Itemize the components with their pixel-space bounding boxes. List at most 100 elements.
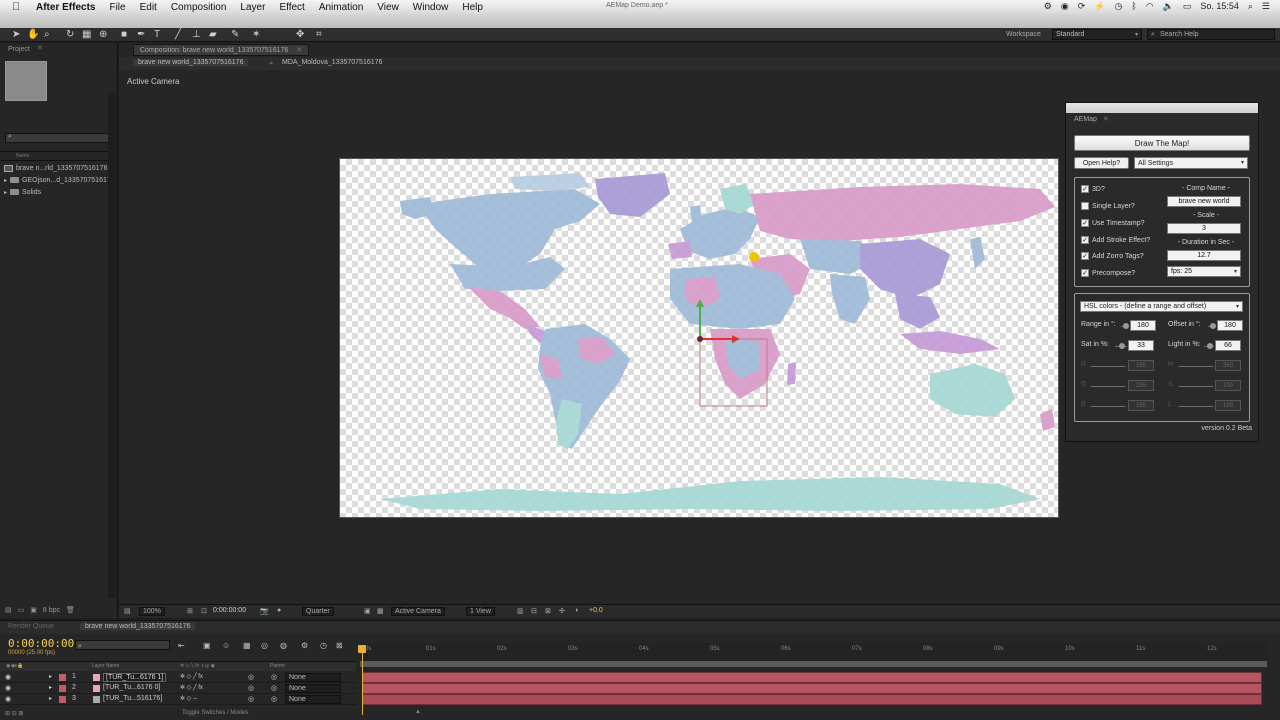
camera-view-select[interactable]: Active Camera [391, 607, 445, 616]
menu-composition[interactable]: Composition [171, 2, 227, 13]
notification-list-icon[interactable]: ☰ [1262, 1, 1270, 12]
trash-icon[interactable]: 🗑 [66, 606, 75, 614]
pan-behind-tool-icon[interactable]: ⊕ [99, 29, 107, 40]
menu-edit[interactable]: Edit [140, 2, 157, 13]
menu-clock[interactable]: So. 15:54 [1200, 1, 1239, 12]
light-slider[interactable] [1204, 343, 1214, 349]
checkbox-add-zorro[interactable]: ✓ [1081, 252, 1089, 260]
close-icon[interactable]: ✕ [1103, 116, 1109, 123]
brush-tool-icon[interactable]: ╱ [175, 29, 181, 40]
layer-switches-icon[interactable]: ✲ ◇ ╱ fx [180, 684, 203, 691]
exposure-value[interactable]: +0.0 [589, 607, 603, 614]
type-tool-icon[interactable]: T [154, 29, 160, 40]
light-slider-knob[interactable] [1207, 343, 1213, 349]
layer-3d-icon[interactable]: ◎ [248, 673, 254, 681]
duration-input[interactable]: 12.7 [1167, 250, 1241, 261]
layer-name[interactable]: [TUR_Tu...516176] [103, 695, 162, 702]
record-tray-icon[interactable]: ◉ [1061, 1, 1069, 12]
range-slider-knob[interactable] [1123, 323, 1129, 329]
visibility-eye-icon[interactable]: ◉ [5, 695, 11, 703]
fps-select[interactable]: fps: 25 ▾ [1167, 266, 1241, 277]
layer-duration-bar[interactable] [362, 683, 1262, 694]
battery-tray-icon[interactable]: ▭ [1183, 1, 1192, 12]
disclosure-triangle-icon[interactable]: ▸ [49, 695, 52, 702]
new-folder-icon[interactable]: ▭ [18, 606, 25, 614]
pen-tool-icon[interactable]: ✒ [137, 29, 145, 40]
bolt-tray-icon[interactable]: ⚡ [1094, 1, 1105, 12]
hide-shy-layers-icon[interactable]: ☺ [222, 641, 230, 650]
label-color-swatch[interactable] [59, 685, 66, 692]
axis-mode-icon[interactable]: ✥ [296, 29, 304, 40]
option-3d[interactable]: ✓ 3D? [1081, 184, 1105, 194]
option-precompose[interactable]: ✓ Precompose? [1081, 268, 1135, 278]
show-channel-icon[interactable]: ● [277, 607, 281, 614]
option-add-zorro[interactable]: ✓ Add Zorro Tags? [1081, 251, 1144, 261]
mask-toggle-icon[interactable]: ⊡ [201, 607, 207, 615]
checkbox-use-timestamp[interactable]: ✓ [1081, 219, 1089, 227]
parent-pickwhip-icon[interactable]: ◎ [271, 695, 277, 703]
label-color-swatch[interactable] [59, 696, 66, 703]
volume-tray-icon[interactable]: 🔈 [1163, 1, 1174, 12]
bit-depth-label[interactable]: 8 bpc [43, 607, 60, 614]
parent-pickwhip-icon[interactable]: ◎ [271, 673, 277, 681]
reset-exposure-icon[interactable]: ◑ [574, 607, 578, 614]
layer-switches-icon[interactable]: ✲ ◇ ─ [180, 695, 197, 702]
project-column-header[interactable]: Name [0, 151, 117, 161]
tab-comp-timeline[interactable]: brave new world_1335707516176 [80, 623, 196, 630]
color-mode-select[interactable]: HSL colors - (define a range and offset)… [1080, 301, 1243, 312]
clone-stamp-tool-icon[interactable]: ⊥ [192, 29, 201, 40]
work-area-bar[interactable] [360, 661, 1267, 667]
graph-toggle-icon[interactable]: ⊠ [336, 641, 343, 650]
current-time-display[interactable]: 0:00:00:00 [213, 607, 246, 614]
parent-header[interactable]: Parent [270, 663, 285, 669]
region-of-interest-icon[interactable]: ▣ [364, 607, 371, 615]
menu-window[interactable]: Window [413, 2, 449, 13]
project-scrollbar[interactable] [108, 93, 116, 598]
composition-canvas[interactable] [339, 158, 1059, 518]
menu-app-name[interactable]: After Effects [36, 2, 95, 13]
close-icon[interactable]: ✕ [37, 44, 43, 52]
snapshot-icon[interactable]: 📷 [260, 607, 269, 615]
option-use-timestamp[interactable]: ✓ Use Timestamp? [1081, 218, 1145, 228]
new-comp-icon[interactable]: ▣ [30, 606, 37, 614]
project-search-input[interactable]: ⌕ [5, 133, 112, 143]
brainstorm-icon[interactable]: ◍ [280, 641, 287, 650]
graph-editor-icon[interactable]: ◷ [320, 641, 327, 650]
layer-name[interactable]: [TUR_Tu...6176 0] [103, 684, 160, 691]
view-layout-select[interactable]: 1 View [466, 607, 495, 616]
parent-select[interactable]: None [285, 673, 341, 682]
eraser-tool-icon[interactable]: ▰ [209, 29, 217, 40]
toggle-pixel-aspect-icon[interactable]: ▥ [517, 607, 524, 615]
comp-mini-flowchart-icon[interactable]: ⇤ [178, 641, 185, 650]
offset-slider[interactable] [1208, 323, 1216, 329]
menu-layer[interactable]: Layer [240, 2, 265, 13]
sat-slider-knob[interactable] [1119, 343, 1125, 349]
sat-input[interactable]: 33 [1128, 340, 1154, 351]
frame-blending-icon[interactable]: ▦ [243, 641, 251, 650]
layer-name-header[interactable]: Layer Name [92, 663, 119, 669]
offset-slider-knob[interactable] [1210, 323, 1216, 329]
sync-tray-icon[interactable]: ⟳ [1078, 1, 1086, 12]
visibility-eye-icon[interactable]: ◉ [5, 673, 11, 681]
disclosure-triangle-icon[interactable]: ▸ [4, 189, 7, 196]
camera-tool-icon[interactable]: ▦ [82, 29, 91, 40]
rectangle-tool-icon[interactable]: ■ [121, 29, 127, 40]
zoom-tool-icon[interactable]: ⌕ [44, 29, 50, 40]
always-preview-icon[interactable]: ▤ [124, 607, 131, 615]
search-help-input[interactable]: ⌕ Search Help [1147, 29, 1275, 40]
playhead-line[interactable] [362, 645, 363, 715]
spotlight-icon[interactable]: ⌕ [1248, 1, 1253, 12]
rotate-tool-icon[interactable]: ↻ [66, 29, 74, 40]
checkbox-add-stroke[interactable]: ✓ [1081, 236, 1089, 244]
light-input[interactable]: 66 [1215, 340, 1241, 351]
checkbox-single-layer[interactable] [1081, 202, 1089, 210]
sat-slider[interactable] [1115, 343, 1127, 349]
apple-menu-icon[interactable]:  [12, 1, 24, 13]
interpret-footage-icon[interactable]: ▤ [5, 606, 12, 614]
option-add-stroke[interactable]: ✓ Add Stroke Effect? [1081, 235, 1150, 245]
disclosure-triangle-icon[interactable]: ▸ [4, 177, 7, 184]
timeline-search-input[interactable]: ⌕ [75, 640, 170, 650]
visibility-eye-icon[interactable]: ◉ [5, 684, 11, 692]
gear-tray-icon[interactable]: ⚙ [1044, 1, 1052, 12]
disclosure-triangle-icon[interactable]: ▸ [49, 673, 52, 680]
